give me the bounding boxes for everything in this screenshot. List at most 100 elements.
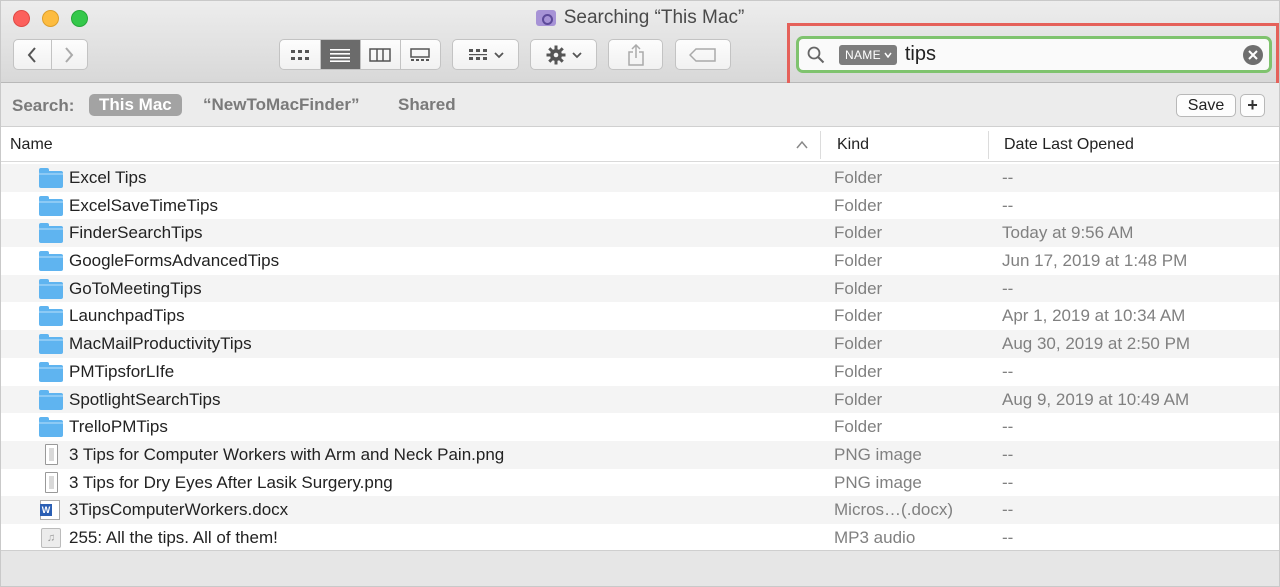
forward-button[interactable]	[50, 40, 88, 69]
folder-icon	[39, 306, 63, 327]
file-name: 3TipsComputerWorkers.docx	[69, 500, 289, 520]
file-date-last-opened: --	[1002, 527, 1014, 547]
file-row[interactable]: 3 Tips for Dry Eyes After Lasik Surgery.…	[1, 468, 1279, 497]
scope-this-mac[interactable]: This Mac	[89, 94, 182, 116]
file-row[interactable]: LaunchpadTips Folder Apr 1, 2019 at 10:34 …	[1, 302, 1279, 331]
gallery-icon	[410, 47, 431, 61]
file-row[interactable]: 3TipsComputerWorkers.docx Micros…(.docx) -…	[1, 496, 1279, 524]
file-name: FinderSearchTips	[69, 223, 203, 243]
finder-window: Searching “This Mac” NAME tips Search: T…	[0, 0, 1280, 587]
file-name: GoogleFormsAdvancedTips	[69, 251, 280, 271]
file-row[interactable]: SpotlightSearchTips Folder Aug 9, 2019 at …	[1, 385, 1279, 414]
file-row[interactable]: ExcelSaveTimeTips Folder --	[1, 191, 1279, 220]
search-field[interactable]: NAME tips	[796, 36, 1272, 73]
file-row[interactable]: PMTipsforLIfe Folder --	[1, 357, 1279, 386]
add-criteria-button[interactable]: +	[1240, 94, 1265, 117]
file-date-last-opened: --	[1002, 195, 1014, 215]
gear-icon	[546, 45, 565, 64]
search-attribute-token[interactable]: NAME	[839, 44, 897, 65]
png-icon	[45, 471, 58, 493]
folder-icon	[39, 389, 63, 410]
column-name-header[interactable]: Name	[10, 136, 53, 154]
icon-grid-icon	[290, 49, 309, 60]
file-kind: Folder	[834, 223, 883, 243]
file-date-last-opened: Aug 30, 2019 at 2:50 PM	[1002, 334, 1191, 354]
file-name: LaunchpadTips	[69, 306, 185, 326]
chevron-down-icon	[884, 52, 892, 58]
column-view-button[interactable]	[359, 40, 400, 69]
file-row[interactable]: GoToMeetingTips Folder --	[1, 274, 1279, 303]
column-kind-header[interactable]: Kind	[837, 136, 869, 154]
icon-view-button[interactable]	[280, 40, 320, 69]
gallery-view-button[interactable]	[399, 40, 440, 69]
file-name: 3 Tips for Computer Workers with Arm and…	[69, 444, 505, 464]
file-date-last-opened: --	[1002, 278, 1014, 298]
file-row[interactable]: ♫ 255: All the tips. All of them! MP3 audi…	[1, 523, 1279, 552]
save-search-button[interactable]: Save	[1176, 94, 1236, 117]
file-date-last-opened: --	[1002, 417, 1014, 437]
column-header: Name Kind Date Last Opened	[1, 128, 1279, 162]
file-kind: Folder	[834, 278, 883, 298]
file-kind: MP3 audio	[834, 527, 916, 547]
column-divider[interactable]	[988, 131, 989, 159]
file-row[interactable]: 3 Tips for Computer Workers with Arm and…	[1, 440, 1279, 469]
share-button[interactable]	[608, 39, 663, 70]
file-name: 3 Tips for Dry Eyes After Lasik Surgery.…	[69, 472, 393, 492]
smart-folder-icon	[535, 10, 556, 26]
sort-ascending-icon[interactable]	[796, 140, 808, 150]
scope-newtomacfinder[interactable]: “NewToMacFinder”	[193, 94, 369, 116]
scope-shared[interactable]: Shared	[388, 94, 466, 116]
chevron-down-icon	[571, 51, 582, 58]
file-kind: Folder	[834, 361, 883, 381]
folder-icon	[39, 195, 63, 216]
folder-icon	[39, 223, 63, 244]
window-title: Searching “This Mac”	[563, 7, 745, 28]
search-icon	[807, 46, 829, 64]
folder-icon	[39, 361, 63, 382]
action-menu-button[interactable]	[530, 39, 597, 70]
png-icon	[45, 443, 58, 465]
file-row[interactable]: GoogleFormsAdvancedTips Folder Jun 17, 201…	[1, 247, 1279, 275]
file-row[interactable]: Excel Tips Folder --	[1, 164, 1279, 192]
file-name: GoToMeetingTips	[69, 278, 202, 298]
file-kind: PNG image	[834, 472, 922, 492]
file-kind: Micros…(.docx)	[834, 500, 954, 520]
file-kind: Folder	[834, 417, 883, 437]
docx-icon	[40, 500, 60, 521]
file-kind: Folder	[834, 389, 883, 409]
file-row[interactable]: TrelloPMTips Folder --	[1, 413, 1279, 441]
chevron-down-icon	[493, 51, 504, 58]
column-date-header[interactable]: Date Last Opened	[1004, 136, 1134, 154]
edit-tags-button[interactable]	[675, 39, 731, 70]
file-name: ExcelSaveTimeTips	[69, 195, 218, 215]
file-kind: Folder	[834, 168, 883, 187]
mp3-icon: ♫	[41, 527, 61, 548]
file-date-last-opened: --	[1002, 472, 1014, 492]
list-view-button[interactable]	[319, 40, 360, 69]
file-date-last-opened: Apr 1, 2019 at 10:34 AM	[1002, 306, 1186, 326]
view-mode-selector	[279, 39, 441, 70]
file-kind: Folder	[834, 195, 883, 215]
file-list: Excel Tips Folder -- ExcelSaveTimeTips Folde…	[1, 164, 1279, 552]
navigation-buttons	[13, 39, 88, 70]
file-date-last-opened: --	[1002, 444, 1014, 464]
file-kind: Folder	[834, 306, 883, 326]
toolbar: Searching “This Mac” NAME tips	[1, 1, 1279, 87]
back-button[interactable]	[14, 40, 51, 69]
file-name: TrelloPMTips	[69, 417, 168, 437]
group-by-button[interactable]	[452, 39, 519, 70]
file-row[interactable]: FinderSearchTips Folder Today at 9:56 AM	[1, 219, 1279, 248]
list-lines-icon	[330, 48, 351, 62]
file-row[interactable]: MacMailProductivityTips Folder Aug 30, 201…	[1, 330, 1279, 358]
folder-icon	[39, 334, 63, 355]
file-date-last-opened: Today at 9:56 AM	[1002, 223, 1134, 243]
share-icon	[627, 43, 644, 66]
search-token-label: NAME	[845, 47, 881, 62]
column-divider[interactable]	[820, 131, 821, 159]
file-name: Excel Tips	[69, 168, 147, 187]
folder-icon	[39, 278, 63, 299]
clear-search-icon[interactable]	[1243, 44, 1263, 65]
search-query[interactable]: tips	[905, 43, 1243, 66]
file-date-last-opened: --	[1002, 361, 1014, 381]
chevron-left-icon	[27, 46, 37, 63]
